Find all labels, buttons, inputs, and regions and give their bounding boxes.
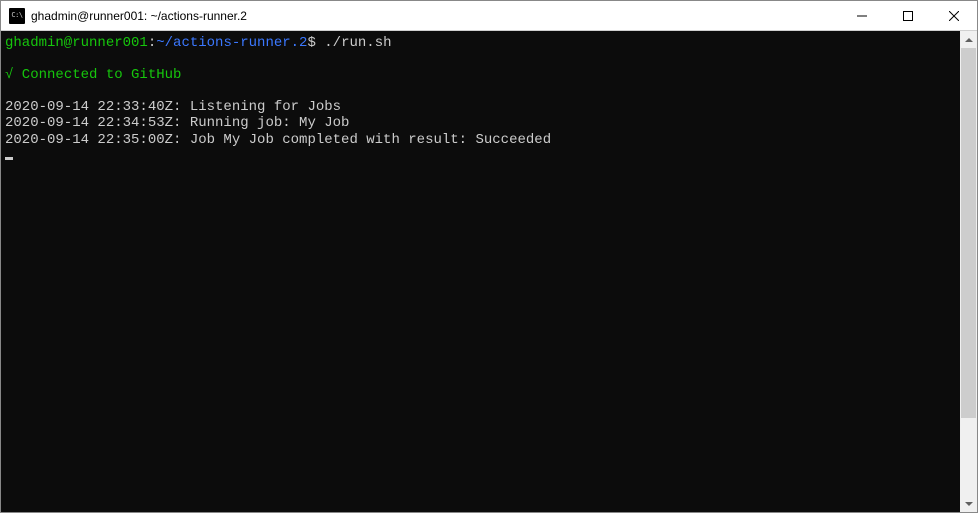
- log-line: 2020-09-14 22:35:00Z: Job My Job complet…: [5, 132, 551, 148]
- terminal-app-icon: C:\: [9, 8, 25, 24]
- log-line: 2020-09-14 22:33:40Z: Listening for Jobs: [5, 99, 341, 115]
- prompt-command: ./run.sh: [316, 35, 392, 51]
- log-line: 2020-09-14 22:34:53Z: Running job: My Jo…: [5, 115, 349, 131]
- vertical-scrollbar[interactable]: [960, 31, 977, 512]
- prompt-sep: :: [148, 35, 156, 51]
- terminal-cursor: [5, 157, 13, 160]
- scroll-down-button[interactable]: [960, 495, 977, 512]
- prompt-cwd: ~/actions-runner.2: [156, 35, 307, 51]
- terminal-output: ghadmin@runner001:~/actions-runner.2$ ./…: [1, 31, 959, 512]
- terminal-area[interactable]: ghadmin@runner001:~/actions-runner.2$ ./…: [1, 31, 977, 512]
- scroll-thumb[interactable]: [961, 48, 976, 418]
- prompt-user-host: ghadmin@runner001: [5, 35, 148, 51]
- scroll-up-button[interactable]: [960, 31, 977, 48]
- minimize-button[interactable]: [839, 1, 885, 30]
- window-title: ghadmin@runner001: ~/actions-runner.2: [31, 9, 839, 23]
- window-titlebar: C:\ ghadmin@runner001: ~/actions-runner.…: [1, 1, 977, 31]
- close-button[interactable]: [931, 1, 977, 30]
- prompt-sigil: $: [307, 35, 315, 51]
- status-text: Connected to GitHub: [13, 67, 181, 83]
- window-controls: [839, 1, 977, 30]
- maximize-button[interactable]: [885, 1, 931, 30]
